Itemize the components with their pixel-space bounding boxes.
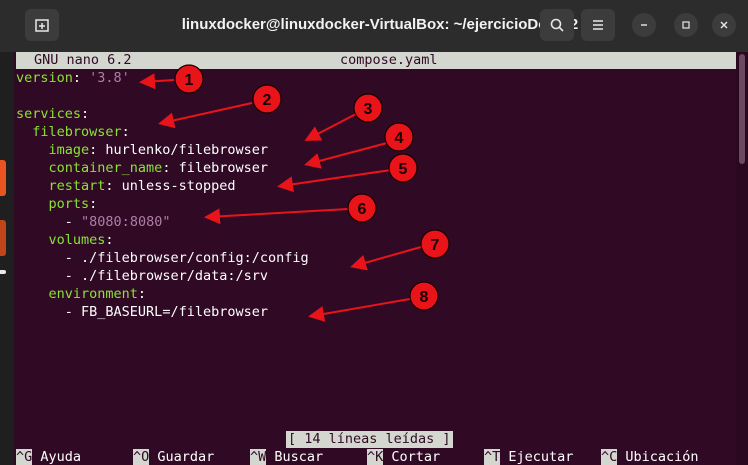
new-tab-icon	[35, 19, 49, 32]
hamburger-icon	[593, 20, 603, 30]
search-icon	[550, 18, 564, 32]
maximize-button[interactable]	[674, 13, 698, 37]
nano-version: GNU nano 6.2	[34, 52, 132, 68]
file-line-8: ports:	[48, 196, 98, 212]
file-line-13: environment:	[48, 286, 147, 302]
file-line-6: container_name: filebrowser	[48, 160, 268, 176]
minimize-button[interactable]	[632, 13, 656, 37]
scrollbar-thumb[interactable]	[739, 54, 745, 164]
dock-app-icon[interactable]	[0, 220, 6, 256]
maximize-icon	[682, 21, 690, 29]
file-line-10: volumes:	[48, 232, 114, 248]
file-line-9: - "8080:8080"	[64, 214, 171, 230]
file-line-1: version: '3.8'	[16, 70, 130, 86]
dock	[0, 40, 14, 465]
file-line-14: - FB_BASEURL=/filebrowser	[64, 304, 268, 320]
file-line-4: filebrowser:	[32, 124, 130, 140]
close-button[interactable]	[712, 13, 736, 37]
nano-header: GNU nano 6.2 compose.yaml	[16, 52, 736, 69]
close-icon	[720, 21, 728, 29]
nano-filename: compose.yaml	[340, 52, 438, 68]
dock-app-icon[interactable]	[0, 160, 6, 196]
menu-button[interactable]	[581, 9, 615, 41]
dock-indicator	[0, 270, 6, 274]
new-tab-button[interactable]	[25, 9, 59, 41]
shortcut-search[interactable]: ^W Buscar	[250, 449, 323, 465]
nano-status: [ 14 líneas leídas ]	[286, 431, 453, 448]
shortcut-cut[interactable]: ^K Cortar	[367, 449, 440, 465]
file-line-3: services:	[16, 106, 90, 122]
terminal-scrollbar[interactable]	[736, 52, 748, 465]
shortcut-save[interactable]: ^O Guardar	[133, 449, 214, 465]
shortcut-execute[interactable]: ^T Ejecutar	[484, 449, 573, 465]
file-line-12: - ./filebrowser/data:/srv	[64, 268, 268, 284]
window-titlebar: linuxdocker@linuxdocker-VirtualBox: ~/ej…	[0, 0, 748, 52]
shortcut-location[interactable]: ^C Ubicación	[601, 449, 699, 465]
minimize-icon	[641, 24, 647, 26]
shortcut-help[interactable]: ^G Ayuda	[16, 449, 81, 465]
file-line-5: image: hurlenko/filebrowser	[48, 142, 268, 158]
terminal-area[interactable]: GNU nano 6.2 compose.yaml version: '3.8'…	[14, 52, 736, 465]
file-line-7: restart: unless-stopped	[48, 178, 236, 194]
search-button[interactable]	[540, 9, 574, 41]
window-title: linuxdocker@linuxdocker-VirtualBox: ~/ej…	[181, 16, 579, 33]
file-line-11: - ./filebrowser/config:/config	[64, 250, 309, 266]
